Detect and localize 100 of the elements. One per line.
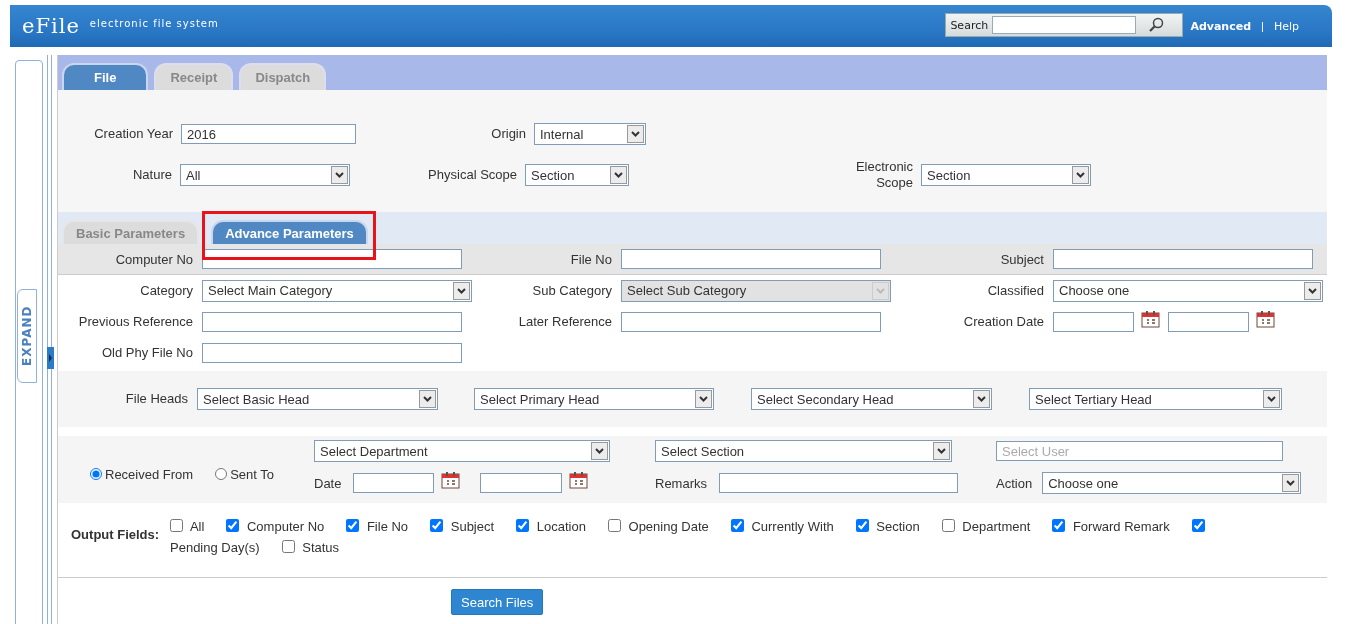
dropdown[interactable]: Section xyxy=(525,164,629,186)
expand-tab[interactable]: EXPAND xyxy=(17,289,37,383)
output-fields-label: Output Fields: xyxy=(70,527,161,542)
field-label: Remarks xyxy=(655,475,707,491)
date-field[interactable] xyxy=(480,473,563,493)
field-label: Creation Year xyxy=(93,126,173,142)
chevron-down-icon xyxy=(1072,166,1089,184)
dropdown[interactable]: Select Department xyxy=(314,440,610,462)
checkbox[interactable] xyxy=(281,540,295,553)
link-separator: | xyxy=(1261,20,1264,32)
dropdown[interactable]: Select Secondary Head xyxy=(751,388,992,410)
field-label: Nature xyxy=(131,167,172,183)
dropdown[interactable]: Section xyxy=(921,164,1091,186)
checkbox-label: Subject xyxy=(450,519,495,534)
logo-text: eFile xyxy=(22,14,80,38)
field-label: Classified xyxy=(986,283,1044,298)
chevron-down-icon xyxy=(453,281,470,300)
dropdown[interactable]: Choose one xyxy=(1053,279,1323,302)
chevron-down-icon xyxy=(591,442,608,460)
field-label: Origin xyxy=(490,126,526,142)
field-label: Later Reference xyxy=(517,314,612,329)
checkbox-label: Department xyxy=(962,519,1031,534)
field-label: File No xyxy=(569,251,612,267)
chevron-down-icon xyxy=(1263,390,1280,408)
text-field[interactable]: 2016 xyxy=(181,124,356,144)
radio-button[interactable] xyxy=(90,468,102,480)
user-field[interactable]: Select User xyxy=(996,441,1283,461)
checkbox[interactable] xyxy=(516,519,530,532)
dropdown[interactable]: Select Tertiary Head xyxy=(1029,388,1282,410)
calendar-icon[interactable] xyxy=(1141,309,1160,328)
text-field[interactable] xyxy=(1053,249,1313,269)
field-label: File Heads xyxy=(124,391,188,407)
checkbox[interactable] xyxy=(226,519,240,532)
dropdown[interactable]: Choose one xyxy=(1042,472,1302,494)
calendar-icon[interactable] xyxy=(441,471,461,489)
chevron-down-icon xyxy=(610,166,627,184)
checkbox[interactable] xyxy=(730,519,744,532)
field-label: Action xyxy=(996,475,1033,491)
chevron-down-icon xyxy=(973,390,990,408)
tagline: electronic file system xyxy=(89,17,219,29)
text-field[interactable] xyxy=(202,249,462,269)
checkbox-label: Status xyxy=(302,540,340,555)
dropdown[interactable]: Internal xyxy=(534,123,646,145)
header-link[interactable]: Help xyxy=(1273,19,1299,33)
field-label: Sub Category xyxy=(531,283,612,298)
chevron-down-icon xyxy=(933,442,950,460)
chevron-down-icon xyxy=(1282,474,1300,492)
collapse-handle-icon[interactable] xyxy=(47,347,54,369)
field-label: Electronic Scope xyxy=(854,159,913,191)
checkbox[interactable] xyxy=(855,519,869,532)
text-field[interactable] xyxy=(621,311,881,332)
chevron-down-icon xyxy=(331,166,348,184)
checkbox-label: Section xyxy=(876,519,920,534)
dropdown[interactable]: Select Primary Head xyxy=(474,388,714,410)
chevron-down-icon xyxy=(419,390,436,408)
checkbox-label: All xyxy=(189,519,205,534)
parameter-tab[interactable]: Advance Parameters xyxy=(211,220,368,244)
checkbox[interactable] xyxy=(1191,519,1205,532)
text-field[interactable] xyxy=(202,342,462,363)
checkbox-label: Forward Remark xyxy=(1072,519,1170,534)
search-label: Search xyxy=(950,18,989,32)
field-label: Computer No xyxy=(114,251,193,267)
remarks-field[interactable] xyxy=(719,473,958,493)
date-field[interactable] xyxy=(1053,311,1134,332)
search-icon[interactable] xyxy=(1148,17,1165,33)
radio-button[interactable] xyxy=(215,468,228,480)
dropdown[interactable]: All xyxy=(180,164,350,186)
field-label: Subject xyxy=(999,251,1044,267)
field-label: Category xyxy=(139,283,193,298)
field-label: Previous Reference xyxy=(77,314,193,329)
checkbox[interactable] xyxy=(170,519,183,532)
checkbox[interactable] xyxy=(1052,519,1066,532)
text-field[interactable] xyxy=(621,249,881,269)
search-files-button[interactable]: Search Files xyxy=(451,589,544,615)
checkbox-label: File No xyxy=(366,519,409,534)
chevron-down-icon xyxy=(627,125,644,143)
date-field[interactable] xyxy=(353,473,435,493)
checkbox[interactable] xyxy=(607,519,621,532)
chevron-down-icon xyxy=(695,390,712,408)
radio-label: Sent To xyxy=(230,466,274,482)
search-field[interactable] xyxy=(992,16,1137,34)
field-label: Physical Scope xyxy=(427,167,517,183)
field-label: Date xyxy=(314,475,342,491)
checkbox-label: Location xyxy=(536,519,586,534)
dropdown[interactable]: Select Main Category xyxy=(202,279,472,302)
checkbox[interactable] xyxy=(941,519,955,532)
header-link[interactable]: Advanced xyxy=(1190,19,1252,33)
tab[interactable]: File xyxy=(62,63,149,90)
dropdown[interactable]: Select Section xyxy=(655,440,952,462)
dropdown[interactable]: Select Basic Head xyxy=(197,388,438,410)
checkbox[interactable] xyxy=(430,519,444,532)
text-field[interactable] xyxy=(202,311,462,332)
chevron-down-icon xyxy=(872,281,889,300)
checkbox[interactable] xyxy=(346,519,360,532)
chevron-down-icon xyxy=(1304,281,1321,300)
calendar-icon[interactable] xyxy=(569,471,589,489)
calendar-icon[interactable] xyxy=(1256,309,1275,328)
date-field[interactable] xyxy=(1168,311,1249,332)
checkbox-label: Pending Day(s) xyxy=(170,540,260,555)
field-label: Old Phy File No xyxy=(100,345,193,360)
